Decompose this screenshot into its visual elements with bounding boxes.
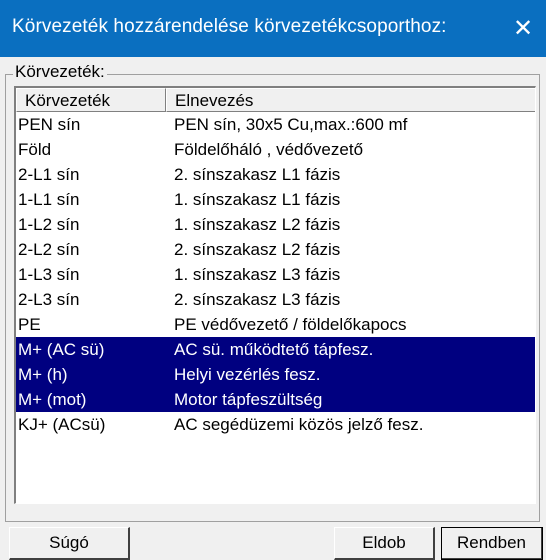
list-item-code: PEN sín <box>18 115 81 134</box>
list-rows: PEN sín PEN sín, 30x5 Cu,max.:600 mf Föld F… <box>16 112 535 437</box>
list-item-name: Motor tápfeszültség <box>174 390 323 409</box>
list-item-name: Helyi vezérlés fesz. <box>174 365 321 384</box>
ok-button[interactable]: Rendben <box>441 527 543 560</box>
list-item-name: 1. sínszakasz L2 fázis <box>174 215 341 234</box>
column-header-name[interactable]: Elnevezés <box>166 88 535 112</box>
list-item-code: 1-L3 sín <box>18 265 80 284</box>
discard-button[interactable]: Eldob <box>334 527 435 560</box>
list-item-code: PE <box>18 315 41 334</box>
list-item-name: 2. sínszakasz L1 fázis <box>174 165 341 184</box>
conductor-list[interactable]: Körvezeték Elnevezés PEN sín PEN sín, 30x… <box>14 86 536 504</box>
close-button[interactable]: ✕ <box>500 0 546 57</box>
list-item-code: KJ+ (ACsü) <box>18 415 106 434</box>
list-item[interactable]: 2-L3 sín 2. sínszakasz L3 fázis <box>16 287 535 312</box>
list-item-code: 2-L2 sín <box>18 240 80 259</box>
list-item-name: 2. sínszakasz L3 fázis <box>174 290 341 309</box>
list-item[interactable]: KJ+ (ACsü) AC segédüzemi közös jelző fesz… <box>16 412 535 437</box>
list-item-name: 1. sínszakasz L3 fázis <box>174 265 341 284</box>
list-item[interactable]: M+ (mot) Motor tápfeszültség <box>16 387 535 412</box>
close-icon: ✕ <box>512 15 534 42</box>
list-item[interactable]: 1-L1 sín 1. sínszakasz L1 fázis <box>16 187 535 212</box>
list-item-name: 1. sínszakasz L1 fázis <box>174 190 341 209</box>
list-item[interactable]: 1-L2 sín 1. sínszakasz L2 fázis <box>16 212 535 237</box>
list-item-name: AC segédüzemi közös jelző fesz. <box>174 415 424 434</box>
help-button[interactable]: Súgó <box>9 527 130 560</box>
list-item[interactable]: 1-L3 sín 1. sínszakasz L3 fázis <box>16 262 535 287</box>
list-item[interactable]: Föld Földelőháló , védővezető <box>16 137 535 162</box>
list-item-code: 1-L1 sín <box>18 190 80 209</box>
list-item-name: Földelőháló , védővezető <box>174 140 364 159</box>
list-item-code: M+ (mot) <box>18 390 87 409</box>
title-bar[interactable]: Körvezeték hozzárendelése körvezetékcsop… <box>0 0 546 57</box>
list-item-code: Föld <box>18 140 52 159</box>
list-item[interactable]: PE PE védővezető / földelőkapocs <box>16 312 535 337</box>
list-item-code: 2-L1 sín <box>18 165 80 184</box>
window-title: Körvezeték hozzárendelése körvezetékcsop… <box>12 16 447 37</box>
list-item[interactable]: 2-L1 sín 2. sínszakasz L1 fázis <box>16 162 535 187</box>
list-item-code: 2-L3 sín <box>18 290 80 309</box>
list-item-name: PEN sín, 30x5 Cu,max.:600 mf <box>174 115 408 134</box>
column-header-code[interactable]: Körvezeték <box>16 88 166 112</box>
list-item-code: M+ (AC sü) <box>18 340 105 359</box>
list-item-code: M+ (h) <box>18 365 68 384</box>
list-item[interactable]: 2-L2 sín 2. sínszakasz L2 fázis <box>16 237 535 262</box>
list-item[interactable]: PEN sín PEN sín, 30x5 Cu,max.:600 mf <box>16 112 535 137</box>
list-item-name: 2. sínszakasz L2 fázis <box>174 240 341 259</box>
list-item[interactable]: M+ (AC sü) AC sü. működtető tápfesz. <box>16 337 535 362</box>
list-item-name: AC sü. működtető tápfesz. <box>174 340 374 359</box>
list-item-name: PE védővezető / földelőkapocs <box>174 315 407 334</box>
group-label: Körvezeték: <box>13 62 107 82</box>
list-header: Körvezeték Elnevezés <box>16 88 535 112</box>
list-item[interactable]: M+ (h) Helyi vezérlés fesz. <box>16 362 535 387</box>
list-item-code: 1-L2 sín <box>18 215 80 234</box>
